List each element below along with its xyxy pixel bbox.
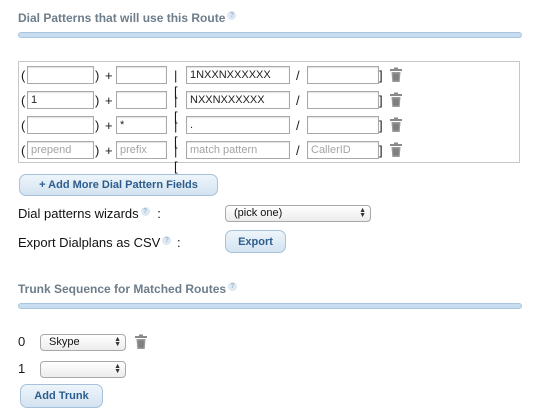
plus-sign: +: [105, 118, 113, 133]
dial-pattern-table: ()+| [/]()+| [/]()+| [/]()+| [/]: [18, 61, 520, 174]
trunk-select[interactable]: ▲ ▼: [40, 361, 126, 378]
wizards-label: Dial patterns wizards? :: [18, 206, 161, 221]
close-paren: ): [95, 93, 100, 108]
dial-patterns-title: Dial Patterns that will use this Route?: [18, 11, 237, 25]
open-paren: (: [21, 118, 26, 133]
prepend-input[interactable]: [27, 116, 94, 134]
plus-sign: +: [105, 93, 113, 108]
close-bracket: ]: [379, 143, 383, 158]
open-paren: (: [21, 143, 26, 158]
wizards-colon: :: [157, 206, 161, 221]
match-pattern-input[interactable]: [186, 91, 290, 109]
trunk-sequence-title-text: Trunk Sequence for Matched Routes: [18, 282, 227, 296]
prefix-input[interactable]: [116, 66, 167, 84]
open-paren: (: [21, 93, 26, 108]
trash-icon[interactable]: [389, 142, 403, 158]
match-pattern-input[interactable]: [186, 66, 290, 84]
pipe-bracket: | [: [174, 143, 178, 174]
caller-id-input[interactable]: [307, 141, 379, 159]
open-paren: (: [21, 68, 26, 83]
close-paren: ): [95, 143, 100, 158]
updown-arrows-icon: ▲ ▼: [114, 336, 121, 348]
prepend-input[interactable]: [27, 141, 94, 159]
wizards-select[interactable]: (pick one) ▲ ▼: [225, 205, 371, 222]
trunk-index: 1: [18, 361, 26, 376]
section-divider: [18, 32, 522, 38]
slash: /: [296, 118, 300, 133]
slash: /: [296, 93, 300, 108]
close-bracket: ]: [379, 118, 383, 133]
export-label: Export Dialplans as CSV? :: [18, 235, 181, 250]
trunk-select[interactable]: Skype ▲ ▼: [40, 334, 126, 351]
updown-arrows-icon: ▲ ▼: [359, 207, 366, 219]
plus-sign: +: [105, 143, 113, 158]
trunk-index: 0: [18, 334, 26, 349]
slash: /: [296, 68, 300, 83]
trash-icon[interactable]: [389, 92, 403, 108]
prefix-input[interactable]: [116, 91, 167, 109]
close-paren: ): [95, 68, 100, 83]
prepend-input[interactable]: [27, 66, 94, 84]
prefix-input[interactable]: [116, 141, 167, 159]
trash-icon[interactable]: [389, 67, 403, 83]
trash-icon[interactable]: [134, 334, 148, 350]
section-divider: [18, 303, 522, 309]
caller-id-input[interactable]: [307, 116, 379, 134]
caller-id-input[interactable]: [307, 66, 379, 84]
help-icon[interactable]: ?: [228, 282, 238, 291]
prefix-input[interactable]: [116, 116, 167, 134]
trunk-sequence-title: Trunk Sequence for Matched Routes?: [18, 282, 238, 296]
export-button[interactable]: Export: [225, 230, 286, 253]
wizards-select-value: (pick one): [234, 207, 283, 219]
trunk-select-value: Skype: [49, 336, 80, 348]
add-more-dial-pattern-button[interactable]: + Add More Dial Pattern Fields: [19, 174, 218, 196]
close-bracket: ]: [379, 68, 383, 83]
dial-patterns-title-text: Dial Patterns that will use this Route: [18, 11, 226, 25]
help-icon[interactable]: ?: [162, 235, 172, 245]
help-icon[interactable]: ?: [140, 206, 150, 216]
add-trunk-button[interactable]: Add Trunk: [20, 384, 103, 408]
export-label-text: Export Dialplans as CSV: [18, 235, 161, 250]
caller-id-input[interactable]: [307, 91, 379, 109]
close-paren: ): [95, 118, 100, 133]
slash: /: [296, 143, 300, 158]
export-colon: :: [176, 235, 181, 250]
match-pattern-input[interactable]: [186, 141, 290, 159]
updown-arrows-icon: ▲ ▼: [114, 363, 121, 375]
plus-sign: +: [105, 68, 113, 83]
trash-icon[interactable]: [389, 117, 403, 133]
close-bracket: ]: [379, 93, 383, 108]
wizards-label-text: Dial patterns wizards: [18, 206, 139, 221]
prepend-input[interactable]: [27, 91, 94, 109]
help-icon[interactable]: ?: [227, 11, 237, 20]
match-pattern-input[interactable]: [186, 116, 290, 134]
